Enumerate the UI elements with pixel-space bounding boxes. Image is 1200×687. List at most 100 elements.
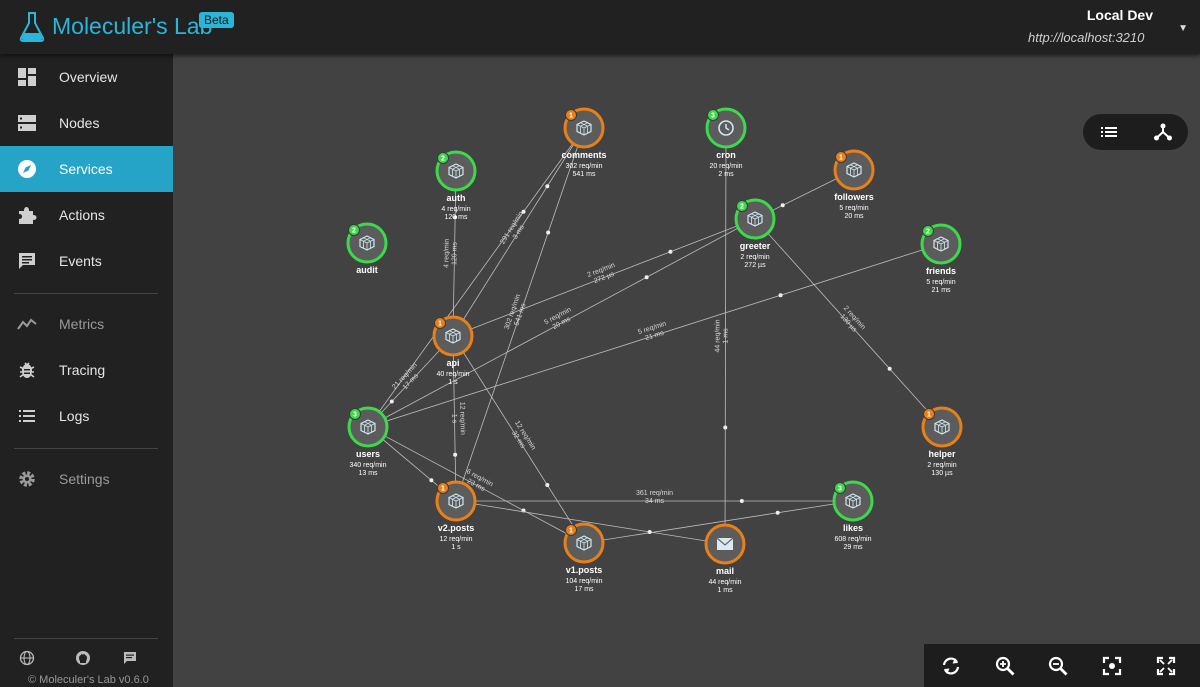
zoom-in-icon[interactable] bbox=[994, 655, 1016, 677]
node-latency: 1 s bbox=[451, 544, 461, 551]
node-name: cron bbox=[716, 150, 736, 160]
instance-count-badge: 1 bbox=[923, 408, 935, 420]
sidebar-item-logs[interactable]: Logs bbox=[0, 393, 173, 439]
sidebar-item-overview[interactable]: Overview bbox=[0, 54, 173, 100]
gear-icon bbox=[19, 471, 35, 487]
edge-label: 21 req/min17 ms bbox=[391, 362, 420, 391]
fullscreen-icon[interactable] bbox=[1155, 655, 1177, 677]
service-node-v1posts[interactable]: 1 v1.posts 104 req/min17 ms bbox=[563, 522, 605, 593]
instance-count-badge: 3 bbox=[349, 408, 361, 420]
node-latency: 1 s bbox=[448, 379, 458, 386]
badge-count: 3 bbox=[711, 113, 715, 120]
service-node-auth[interactable]: 2 auth 4 req/min120 ms bbox=[435, 150, 477, 221]
sidebar-item-label: Events bbox=[59, 253, 102, 269]
graph-edge[interactable]: 2 req/min130 µs bbox=[754, 218, 943, 428]
node-latency: 20 ms bbox=[844, 213, 864, 220]
sidebar-item-metrics[interactable]: Metrics bbox=[0, 301, 173, 347]
instance-count-badge: 1 bbox=[565, 109, 577, 121]
environment-name[interactable]: Local Dev bbox=[1087, 7, 1153, 23]
github-icon[interactable] bbox=[75, 650, 91, 666]
service-node-greeter[interactable]: 2 greeter 2 req/min272 µs bbox=[734, 198, 776, 269]
node-latency: 29 ms bbox=[843, 544, 863, 551]
node-latency: 17 ms bbox=[574, 586, 594, 593]
node-rate: 4 req/min bbox=[441, 206, 470, 213]
service-node-likes[interactable]: 3 likes 608 req/min29 ms bbox=[832, 480, 874, 551]
edge-arrow-dot bbox=[775, 510, 780, 515]
node-rate: 5 req/min bbox=[839, 205, 868, 212]
service-node-comments[interactable]: 1 comments 302 req/min541 ms bbox=[561, 107, 607, 178]
node-name: helper bbox=[928, 449, 956, 459]
service-node-v2posts[interactable]: 1 v2.posts 12 req/min1 s bbox=[435, 480, 477, 551]
graph-view-button[interactable] bbox=[1153, 122, 1173, 142]
node-rate: 104 req/min bbox=[566, 578, 603, 585]
badge-count: 2 bbox=[926, 229, 930, 236]
service-node-followers[interactable]: 1 followers 5 req/min20 ms bbox=[833, 149, 875, 220]
sidebar-item-events[interactable]: Events bbox=[0, 238, 173, 284]
service-node-helper[interactable]: 1 helper 2 req/min130 µs bbox=[921, 406, 963, 477]
node-name: greeter bbox=[740, 241, 771, 251]
list-icon bbox=[19, 410, 35, 422]
edge-arrow-dot bbox=[545, 483, 550, 488]
node-rate: 12 req/min bbox=[439, 536, 472, 543]
mail-icon bbox=[716, 537, 734, 550]
graph-edge[interactable]: 2 req/min272 µs bbox=[452, 218, 756, 337]
chat-icon[interactable] bbox=[122, 650, 138, 666]
badge-count: 1 bbox=[569, 528, 573, 535]
graph-edge[interactable]: 6 req/min23 ms bbox=[367, 426, 585, 544]
graph-edge[interactable]: 5 req/min20 ms bbox=[367, 218, 756, 428]
service-node-friends[interactable]: 2 friends 5 req/min21 ms bbox=[920, 223, 962, 294]
edge-arrow-dot bbox=[739, 499, 744, 503]
edge-latency: 1 ms bbox=[722, 328, 729, 344]
badge-count: 2 bbox=[441, 156, 445, 163]
graph-edge[interactable]: 361 req/min34 ms bbox=[456, 490, 853, 505]
badge-count: 1 bbox=[839, 155, 843, 162]
edge-rate: 4 req/min bbox=[443, 239, 451, 268]
bug-icon bbox=[19, 362, 35, 378]
node-latency: 13 ms bbox=[358, 470, 378, 477]
service-node-users[interactable]: 3 users 340 req/min13 ms bbox=[347, 406, 389, 477]
sidebar-item-label: Tracing bbox=[59, 362, 106, 378]
instance-count-badge: 1 bbox=[437, 482, 449, 494]
sidebar-item-nodes[interactable]: Nodes bbox=[0, 100, 173, 146]
sidebar-item-tracing[interactable]: Tracing bbox=[0, 347, 173, 393]
edge-latency: 120 ms bbox=[451, 241, 458, 265]
node-name: mail bbox=[716, 566, 734, 576]
service-node-api[interactable]: 1 api 40 req/min1 s bbox=[432, 315, 474, 386]
service-graph[interactable]: 4 req/min120 ms291 req/min3 ms2 req/min2… bbox=[173, 54, 1200, 687]
edge-arrow-dot bbox=[887, 366, 892, 371]
service-node-audit[interactable]: 2 audit bbox=[346, 222, 388, 275]
compass-icon bbox=[18, 160, 36, 178]
instance-count-badge: 1 bbox=[565, 524, 577, 536]
sidebar-item-services[interactable]: Services bbox=[0, 146, 173, 192]
edge-label: 4 req/min 120 ms bbox=[443, 239, 458, 268]
globe-icon[interactable] bbox=[19, 650, 35, 666]
badge-count: 1 bbox=[441, 486, 445, 493]
edge-arrow-dot bbox=[389, 399, 394, 404]
node-latency: 2 ms bbox=[718, 171, 734, 178]
edge-label: 361 req/min34 ms bbox=[636, 490, 673, 505]
sidebar-item-actions[interactable]: Actions bbox=[0, 192, 173, 238]
sidebar-item-label: Services bbox=[59, 161, 113, 177]
refresh-icon[interactable] bbox=[940, 655, 962, 677]
graph-edge[interactable]: 44 req/min 1 ms bbox=[714, 127, 730, 545]
node-latency: 21 ms bbox=[931, 287, 951, 294]
center-focus-icon[interactable] bbox=[1101, 655, 1123, 677]
node-rate: 5 req/min bbox=[926, 279, 955, 286]
node-name: likes bbox=[843, 523, 863, 533]
service-node-mail[interactable]: mail 44 req/min1 ms bbox=[704, 523, 746, 594]
node-name: api bbox=[446, 358, 459, 368]
zoom-out-icon[interactable] bbox=[1047, 655, 1069, 677]
node-rate: 608 req/min bbox=[835, 536, 872, 543]
service-graph-canvas[interactable]: 4 req/min120 ms291 req/min3 ms2 req/min2… bbox=[173, 54, 1200, 687]
instance-count-badge: 3 bbox=[834, 482, 846, 494]
sidebar-item-settings[interactable]: Settings bbox=[0, 456, 173, 502]
edge-latency: 34 ms bbox=[645, 498, 665, 505]
environment-url[interactable]: http://localhost:3210 bbox=[1028, 30, 1170, 45]
node-latency: 272 µs bbox=[744, 262, 766, 269]
list-view-button[interactable] bbox=[1099, 122, 1119, 142]
app-header: Moleculer's Lab Beta Local Dev http://lo… bbox=[0, 0, 1200, 54]
node-latency: 541 ms bbox=[573, 171, 596, 178]
service-node-cron[interactable]: 3 cron 20 req/min2 ms bbox=[705, 107, 747, 178]
chevron-down-icon[interactable]: ▼ bbox=[1178, 23, 1188, 34]
edge-label: 44 req/min 1 ms bbox=[714, 319, 729, 352]
